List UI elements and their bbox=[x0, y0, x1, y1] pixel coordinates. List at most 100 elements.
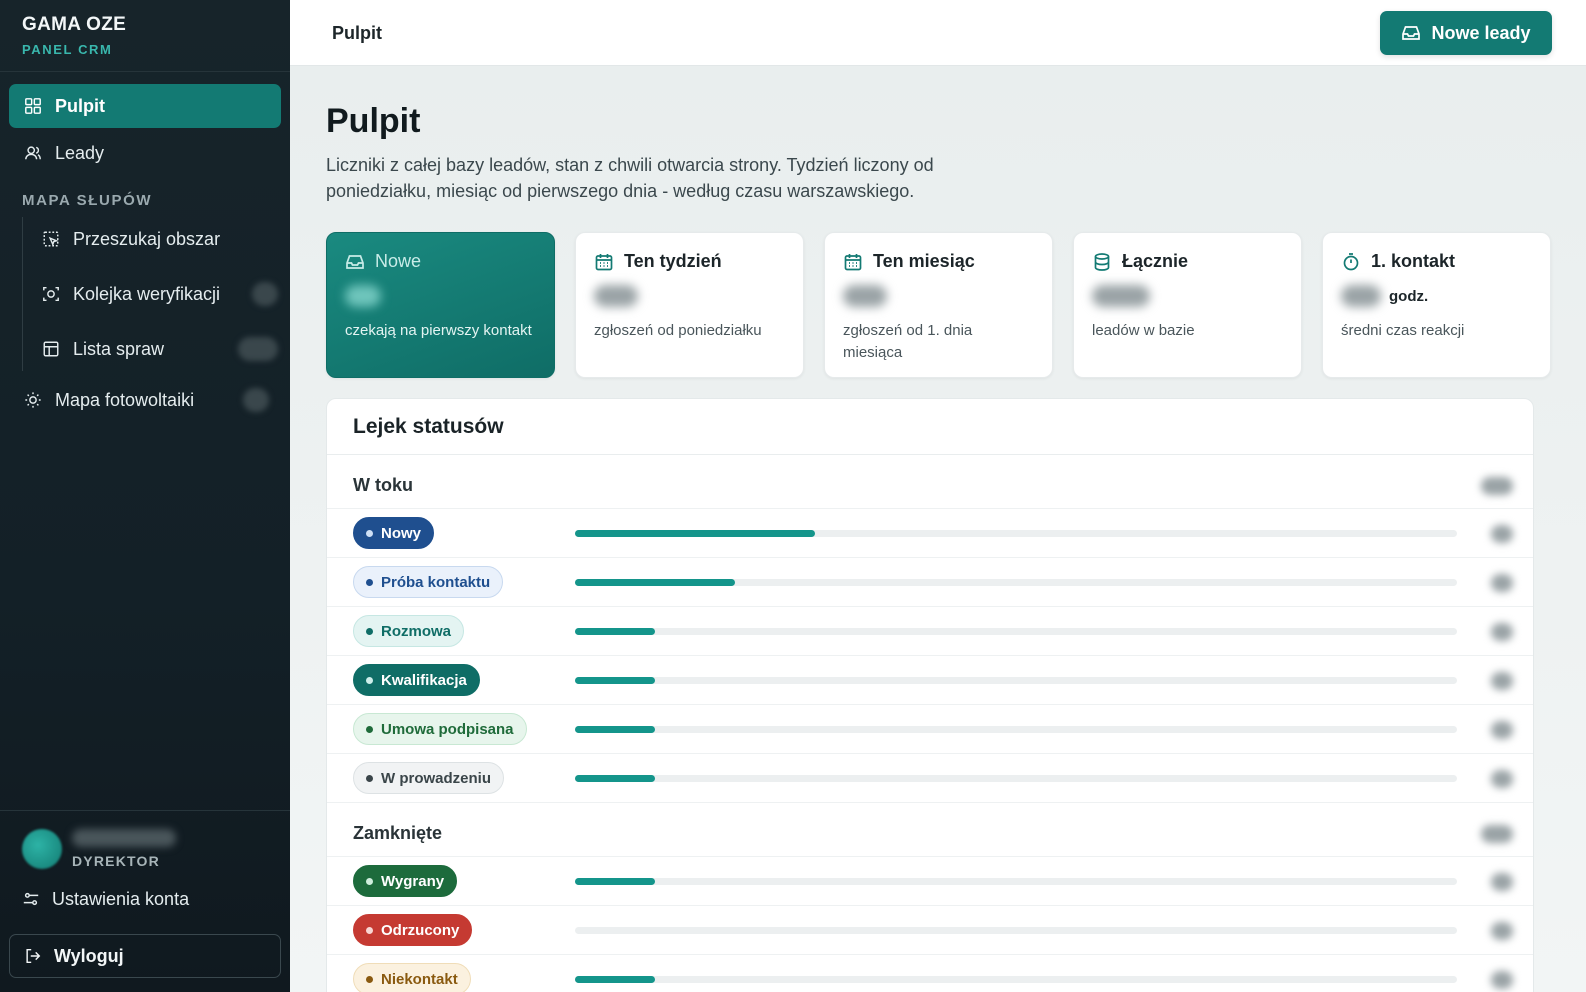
status-badge[interactable]: Wygrany bbox=[353, 865, 458, 897]
progress-bar-fill bbox=[575, 579, 735, 586]
user-profile[interactable]: DYREKTOR bbox=[0, 811, 290, 869]
funnel-group-header: Zamknięte bbox=[327, 803, 1533, 857]
progress-bar-track bbox=[575, 976, 1457, 983]
nav-item-label: Kolejka weryfikacji bbox=[73, 283, 221, 304]
sliders-icon bbox=[23, 892, 39, 906]
inbox-icon bbox=[346, 254, 364, 269]
status-label: Umowa podpisana bbox=[381, 720, 514, 738]
stat-card-subtitle: leadów w bazie bbox=[1092, 322, 1195, 339]
dashboard-icon bbox=[23, 96, 43, 116]
logout-label: Wyloguj bbox=[54, 945, 124, 966]
funnel-row[interactable]: Kwalifikacja bbox=[327, 656, 1533, 705]
secondary-nav: Mapa fotowoltaiki bbox=[0, 374, 290, 422]
stat-unit: godz. bbox=[1389, 287, 1429, 305]
group-count-redacted bbox=[1481, 825, 1513, 843]
stat-card-subtitle: czekają na pierwszy kontakt bbox=[345, 322, 532, 339]
status-badge[interactable]: Kwalifikacja bbox=[353, 664, 480, 696]
account-settings-link[interactable]: Ustawienia konta bbox=[0, 877, 290, 921]
funnel-title: Lejek statusów bbox=[327, 399, 1533, 455]
status-badge[interactable]: Odrzucony bbox=[353, 914, 473, 946]
status-badge[interactable]: Nowy bbox=[353, 517, 435, 549]
status-label: Próba kontaktu bbox=[381, 573, 491, 591]
new-leads-button[interactable]: Nowe leady bbox=[1380, 11, 1552, 55]
brand-subtitle: PANEL CRM bbox=[22, 42, 113, 57]
funnel-row[interactable]: Próba kontaktu bbox=[327, 558, 1533, 607]
stat-card-lacznie[interactable]: Łącznie leadów w bazie bbox=[1073, 232, 1302, 378]
nav-item-przeszukaj-obszar[interactable]: Przeszukaj obszar bbox=[31, 217, 290, 261]
progress-bar-fill bbox=[575, 726, 656, 733]
nav-item-lista-spraw[interactable]: Lista spraw bbox=[31, 327, 290, 371]
users-icon bbox=[23, 143, 43, 163]
status-funnel: Lejek statusów W toku Nowy Próba kontaktu R… bbox=[326, 398, 1534, 992]
funnel-row[interactable]: Umowa podpisana bbox=[327, 705, 1533, 754]
progress-bar-track bbox=[575, 579, 1457, 586]
stat-card-pierwszy-kontakt[interactable]: 1. kontakt godz. średni czas reakcji bbox=[1322, 232, 1551, 378]
stat-card-ten-miesiac[interactable]: Ten miesiąc zgłoszeń od 1. dnia miesiąca bbox=[824, 232, 1053, 378]
funnel-row[interactable]: Nowy bbox=[327, 509, 1533, 558]
stat-card-nowe[interactable]: Nowe czekają na pierwszy kontakt bbox=[326, 232, 555, 378]
account-settings-label: Ustawienia konta bbox=[52, 888, 190, 909]
timer-icon bbox=[1343, 252, 1359, 270]
stat-value-redacted bbox=[345, 285, 381, 307]
nav-item-leady[interactable]: Leady bbox=[9, 131, 281, 175]
funnel-body: W toku Nowy Próba kontaktu Rozmowa Kwalifika… bbox=[327, 455, 1533, 992]
nav-item-label: Pulpit bbox=[55, 95, 105, 116]
stat-card-ten-tydzien[interactable]: Ten tydzień zgłoszeń od poniedziałku bbox=[575, 232, 804, 378]
status-dot-icon bbox=[366, 529, 373, 537]
progress-bar-track bbox=[575, 878, 1457, 885]
calendar-icon bbox=[844, 253, 862, 270]
area-select-icon bbox=[41, 229, 61, 249]
main-content: Pulpit Liczniki z całej bazy leadów, sta… bbox=[290, 66, 1586, 992]
status-label: Rozmowa bbox=[381, 622, 452, 640]
funnel-group-title: Zamknięte bbox=[353, 823, 443, 843]
nav-item-label: Lista spraw bbox=[73, 338, 165, 359]
database-icon bbox=[1094, 252, 1110, 271]
progress-bar-fill bbox=[575, 878, 656, 885]
breadcrumb: Pulpit bbox=[332, 23, 382, 43]
brand-title: GAMA OZE bbox=[22, 14, 127, 35]
status-badge[interactable]: W prowadzeniu bbox=[353, 762, 504, 794]
status-badge[interactable]: Umowa podpisana bbox=[353, 713, 527, 745]
nav-item-mapa-fotowoltaiki[interactable]: Mapa fotowoltaiki bbox=[9, 378, 281, 422]
user-name-redacted bbox=[72, 829, 176, 847]
avatar bbox=[22, 829, 62, 869]
stat-card-subtitle: zgłoszeń od 1. dnia miesiąca bbox=[843, 322, 973, 361]
main-nav: Pulpit Leady bbox=[0, 72, 290, 175]
stat-card-subtitle: zgłoszeń od poniedziałku bbox=[594, 322, 762, 339]
funnel-row[interactable]: Rozmowa bbox=[327, 607, 1533, 656]
logout-button[interactable]: Wyloguj bbox=[9, 934, 281, 978]
status-count-redacted bbox=[1491, 770, 1513, 788]
page-description: Liczniki z całej bazy leadów, stan z chw… bbox=[326, 155, 934, 201]
status-dot-icon bbox=[366, 676, 373, 684]
progress-bar-fill bbox=[575, 628, 656, 635]
count-badge bbox=[252, 282, 278, 306]
subnav-mapa-slupow: Przeszukaj obszar Kolejka weryfikacji Li… bbox=[22, 217, 290, 371]
stat-card-title: Łącznie bbox=[1122, 251, 1189, 271]
stat-card-title: 1. kontakt bbox=[1371, 251, 1456, 271]
progress-bar-track bbox=[575, 726, 1457, 733]
stat-value-redacted bbox=[594, 285, 638, 307]
stat-card-title: Nowe bbox=[375, 251, 422, 271]
stat-value-redacted bbox=[1341, 285, 1381, 307]
progress-bar-track bbox=[575, 775, 1457, 782]
progress-bar-track bbox=[575, 530, 1457, 537]
status-badge[interactable]: Próba kontaktu bbox=[353, 566, 504, 598]
funnel-row[interactable]: W prowadzeniu bbox=[327, 754, 1533, 803]
status-label: Niekontakt bbox=[381, 970, 458, 988]
top-bar: Pulpit Nowe leady bbox=[290, 0, 1586, 66]
status-label: Nowy bbox=[381, 524, 422, 542]
stat-cards: Nowe czekają na pierwszy kontakt Ten tyd… bbox=[326, 232, 1551, 378]
nav-item-pulpit[interactable]: Pulpit bbox=[9, 84, 281, 128]
nav-item-kolejka-weryfikacji[interactable]: Kolejka weryfikacji bbox=[31, 264, 290, 324]
funnel-row[interactable]: Odrzucony bbox=[327, 906, 1533, 955]
sidebar: GAMA OZE PANEL CRM Pulpit Leady MAPA SŁU… bbox=[0, 0, 290, 992]
count-badge bbox=[243, 388, 269, 412]
status-dot-icon bbox=[366, 627, 373, 635]
group-count-redacted bbox=[1481, 477, 1513, 495]
funnel-row[interactable]: Niekontakt bbox=[327, 955, 1533, 992]
funnel-row[interactable]: Wygrany bbox=[327, 857, 1533, 906]
status-badge[interactable]: Rozmowa bbox=[353, 615, 465, 647]
status-label: Odrzucony bbox=[381, 921, 460, 939]
stat-card-subtitle: średni czas reakcji bbox=[1341, 322, 1465, 339]
status-badge[interactable]: Niekontakt bbox=[353, 963, 471, 992]
